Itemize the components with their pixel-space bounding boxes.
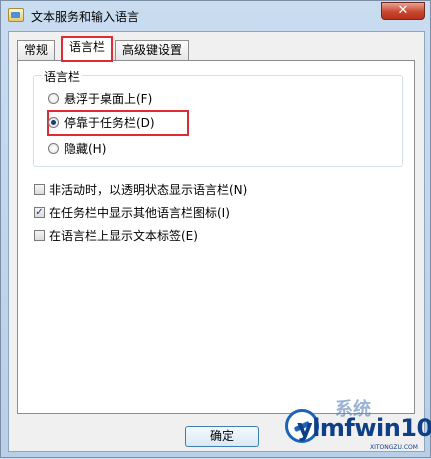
radio-hidden[interactable]: 隐藏(H) xyxy=(48,140,106,158)
radio-label: 悬浮于桌面上(F) xyxy=(64,92,153,106)
title-bar: 文本服务和输入语言 ✕ xyxy=(1,1,430,31)
radio-button[interactable] xyxy=(48,143,59,154)
radio-float-on-desktop[interactable]: 悬浮于桌面上(F) xyxy=(48,90,152,108)
radio-label: 隐藏(H) xyxy=(64,142,107,156)
dialog-window: 文本服务和输入语言 ✕ 常规 语言栏 高级键设置 语言栏 悬浮于桌面上(F) 停… xyxy=(0,0,431,458)
radio-dock-in-taskbar[interactable]: 停靠于任务栏(D) xyxy=(48,114,155,132)
window-title: 文本服务和输入语言 xyxy=(31,10,140,24)
dialog-client-area: 常规 语言栏 高级键设置 语言栏 悬浮于桌面上(F) 停靠于任务栏(D) 隐藏(… xyxy=(8,31,425,452)
group-label: 语言栏 xyxy=(42,68,83,85)
ok-button[interactable]: 确定 xyxy=(185,426,259,447)
tab-general[interactable]: 常规 xyxy=(17,40,56,60)
tab-language-bar[interactable]: 语言栏 xyxy=(60,36,114,62)
checkbox-label: 在语言栏上显示文本标签(E) xyxy=(49,229,198,243)
checkbox[interactable] xyxy=(34,230,45,241)
tab-panel-language-bar: 语言栏 悬浮于桌面上(F) 停靠于任务栏(D) 隐藏(H) 非活动时，以透明状态… xyxy=(17,60,415,414)
checkbox-label: 非活动时，以透明状态显示语言栏(N) xyxy=(49,183,248,197)
checkbox-show-extra-icons[interactable]: ✓ 在任务栏中显示其他语言栏图标(I) xyxy=(34,204,230,222)
tab-advanced-key-settings[interactable]: 高级键设置 xyxy=(115,40,190,60)
checkbox-label: 在任务栏中显示其他语言栏图标(I) xyxy=(49,206,230,220)
checkbox-show-text-labels[interactable]: 在语言栏上显示文本标签(E) xyxy=(34,227,198,245)
checkbox[interactable] xyxy=(34,184,45,195)
radio-button-selected[interactable] xyxy=(48,117,59,128)
radio-button[interactable] xyxy=(48,93,59,104)
site-watermark: 系统 ylmfwin100.com XITONGZU.COM xyxy=(275,397,431,459)
keyboard-language-icon xyxy=(8,8,24,22)
language-bar-groupbox: 语言栏 悬浮于桌面上(F) 停靠于任务栏(D) 隐藏(H) xyxy=(33,68,403,167)
checkbox-checked[interactable]: ✓ xyxy=(34,207,45,218)
watermark-deco-text: 系统 xyxy=(335,399,371,420)
radio-label: 停靠于任务栏(D) xyxy=(64,116,155,130)
watermark-text: ylmfwin100.com xyxy=(297,414,431,442)
checkbox-transparent-when-inactive[interactable]: 非活动时，以透明状态显示语言栏(N) xyxy=(34,181,247,199)
watermark-subtext: XITONGZU.COM xyxy=(370,444,418,451)
close-button[interactable]: ✕ xyxy=(381,2,425,20)
